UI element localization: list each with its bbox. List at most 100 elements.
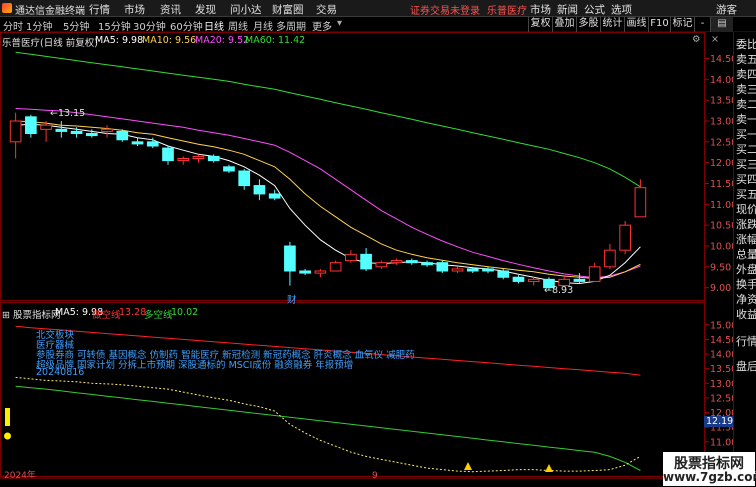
menu-wealth[interactable]: 财富圈 (272, 2, 304, 17)
kline-chart-svg[interactable]: 14.50 14.00 13.50 13.00 12.50 12.00 11.50 11.00… (0, 32, 733, 478)
period-60min[interactable]: 60分钟 (170, 18, 203, 33)
candle-down (55, 128, 68, 132)
draw-line-button[interactable]: 画线 (624, 17, 648, 32)
signal-bar (5, 408, 10, 426)
period-multi[interactable]: 多周期 (276, 18, 306, 33)
menu-ask[interactable]: 问小达 (230, 2, 262, 17)
period-weekly[interactable]: 周线 (228, 18, 248, 33)
quote-field-label: 行情 (736, 335, 756, 348)
price-tick-label: 9.00 (710, 283, 731, 294)
indicator-tick-label: 14.50 (710, 335, 733, 346)
adjust-button[interactable]: 复权 (528, 17, 552, 32)
quote-field-label: 买五 (736, 188, 756, 201)
period-15min[interactable]: 15分钟 (98, 18, 131, 33)
candle-up (345, 253, 357, 262)
menu-quotes[interactable]: 行情 (89, 2, 110, 17)
candle-down (162, 147, 174, 162)
signal-triangle (545, 464, 553, 472)
quote-field-label: 外盘 (736, 263, 756, 276)
candle-down (421, 262, 433, 266)
menu-options[interactable]: 选项 (611, 2, 632, 17)
multi-stock-button[interactable]: 多股 (576, 17, 600, 32)
price-tick-label: 9.50 (710, 262, 731, 273)
time-axis-bar (0, 478, 733, 487)
login-notice[interactable]: 证券交易未登录 (410, 2, 480, 17)
menu-market[interactable]: 市场 (124, 2, 145, 17)
period-1min[interactable]: 1分钟 (26, 18, 52, 33)
quote-field-label: 总量 (736, 248, 756, 261)
period-daily[interactable]: 日线 (204, 18, 224, 33)
empty-line-value: 13.28 (119, 307, 147, 318)
kline-chart-area[interactable]: 14.50 14.00 13.50 13.00 12.50 12.00 11.50 11.00… (0, 32, 736, 478)
candle-up (390, 260, 403, 264)
quote-field-label: 委比 (736, 38, 756, 51)
mark-button[interactable]: 标记 (670, 17, 694, 32)
ma10-legend: MA10: 9.56 (142, 35, 197, 46)
settings-icon[interactable]: ⚙ (692, 34, 701, 45)
menu-trade[interactable]: 交易 (316, 2, 337, 17)
chevron-down-icon[interactable]: ▾ (337, 18, 342, 29)
indicator-name-text: 股票指标网 (12, 310, 61, 321)
long-line-value: 10.02 (171, 307, 199, 318)
period-more[interactable]: 更多 (312, 18, 332, 33)
candle-down (436, 262, 449, 272)
candle-down (482, 268, 494, 272)
quote-field-label: 买二 (736, 143, 756, 156)
period-5min[interactable]: 5分钟 (63, 18, 89, 33)
period-timeshare[interactable]: 分时 (3, 18, 23, 33)
f10-button[interactable]: F10 (648, 17, 670, 32)
candle-down (131, 141, 144, 145)
candle-down (25, 116, 37, 135)
candle-up (329, 262, 342, 272)
candle-down (238, 170, 251, 187)
ma20-legend: MA20: 9.52 (195, 35, 250, 46)
candle-down (360, 253, 372, 270)
quote-field-label: 卖四 (736, 68, 756, 81)
indicator-name: ⊞ 股票指标网 (2, 310, 61, 321)
menu-discover[interactable]: 发现 (195, 2, 216, 17)
finance-marker[interactable]: 财 (287, 292, 297, 306)
ma-line-ma60 (15, 51, 641, 188)
price-tick-label: 10.00 (710, 242, 733, 253)
indicator-line (15, 376, 641, 473)
low-price-label: ←8.93 (544, 285, 574, 296)
candle-up (192, 155, 205, 159)
stock-notice[interactable]: 乐普医疗 (487, 2, 527, 17)
ma-line-ma5 (15, 123, 641, 285)
title-bar: 通达信金融终端 行情 市场 资讯 发现 问小达 财富圈 交易 证券交易未登录 乐… (0, 0, 756, 17)
period-30min[interactable]: 30分钟 (133, 18, 166, 33)
price-tick-label: 10.50 (710, 221, 733, 232)
menu-news[interactable]: 资讯 (160, 2, 181, 17)
long-line-label: 多空线 (144, 310, 173, 321)
menu-news-right[interactable]: 新闻 (557, 2, 578, 17)
candle-up (9, 120, 22, 143)
price-tick-label: 12.50 (710, 137, 733, 148)
candle-down (70, 130, 83, 134)
close-icon[interactable]: × (711, 34, 719, 45)
panel-toggle-icon[interactable]: ▤ (710, 17, 733, 32)
menu-formula[interactable]: 公式 (584, 2, 605, 17)
candle-up (604, 249, 616, 268)
candle-up (101, 128, 113, 132)
current-value-tag: 12.19 (704, 416, 736, 427)
menu-market-right[interactable]: 市场 (530, 2, 551, 17)
candle-up (527, 278, 540, 282)
candle-down (207, 155, 220, 162)
price-tick-label: 11.00 (710, 200, 733, 211)
candle-up (375, 262, 388, 268)
candle-down (268, 193, 281, 199)
indicator-tick-label: 11.00 (710, 437, 733, 448)
quote-field-label: 卖三 (736, 83, 756, 96)
signal-dot (4, 432, 11, 440)
menu-guest[interactable]: 游客 (716, 2, 737, 17)
period-monthly[interactable]: 月线 (253, 18, 273, 33)
period-toolbar: 分时 1分钟 5分钟 15分钟 30分钟 60分钟 日线 周线 月线 多周期 更… (0, 17, 756, 33)
quote-field-label: 卖二 (736, 98, 756, 111)
overlay-button[interactable]: 叠加 (552, 17, 576, 32)
statistics-button[interactable]: 统计 (600, 17, 624, 32)
high-price-label: ←13.15 (50, 108, 86, 119)
candle-down (85, 133, 98, 137)
minus-button[interactable]: - (694, 17, 710, 32)
candle-up (634, 187, 647, 218)
quote-field-label: 现价 (736, 203, 756, 216)
